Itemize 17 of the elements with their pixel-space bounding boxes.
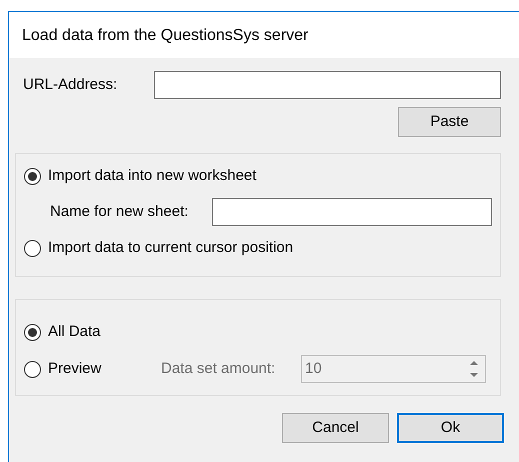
paste-button[interactable]: Paste xyxy=(398,107,501,137)
url-label: URL-Address: xyxy=(23,74,118,95)
amount-label: Data set amount: xyxy=(161,358,276,379)
url-field[interactable] xyxy=(154,71,501,99)
radio-button[interactable] xyxy=(24,360,41,378)
option-label[interactable]: Import data to current cursor position xyxy=(48,236,294,260)
window-title: Load data from the QuestionsSys server xyxy=(9,12,519,58)
radio-button[interactable] xyxy=(24,168,41,184)
radio-button[interactable] xyxy=(24,324,41,340)
option-label[interactable]: Import data into new worksheet xyxy=(48,164,256,188)
dialog-button[interactable]: Ok xyxy=(397,413,504,443)
dialog-button[interactable]: Cancel xyxy=(282,413,389,443)
sheet-name-label: Name for new sheet: xyxy=(50,202,190,222)
sheet-name-field[interactable] xyxy=(212,198,492,226)
option-label[interactable]: All Data xyxy=(48,320,101,344)
option-label[interactable]: Preview xyxy=(48,358,102,380)
radio-button[interactable] xyxy=(24,240,41,256)
